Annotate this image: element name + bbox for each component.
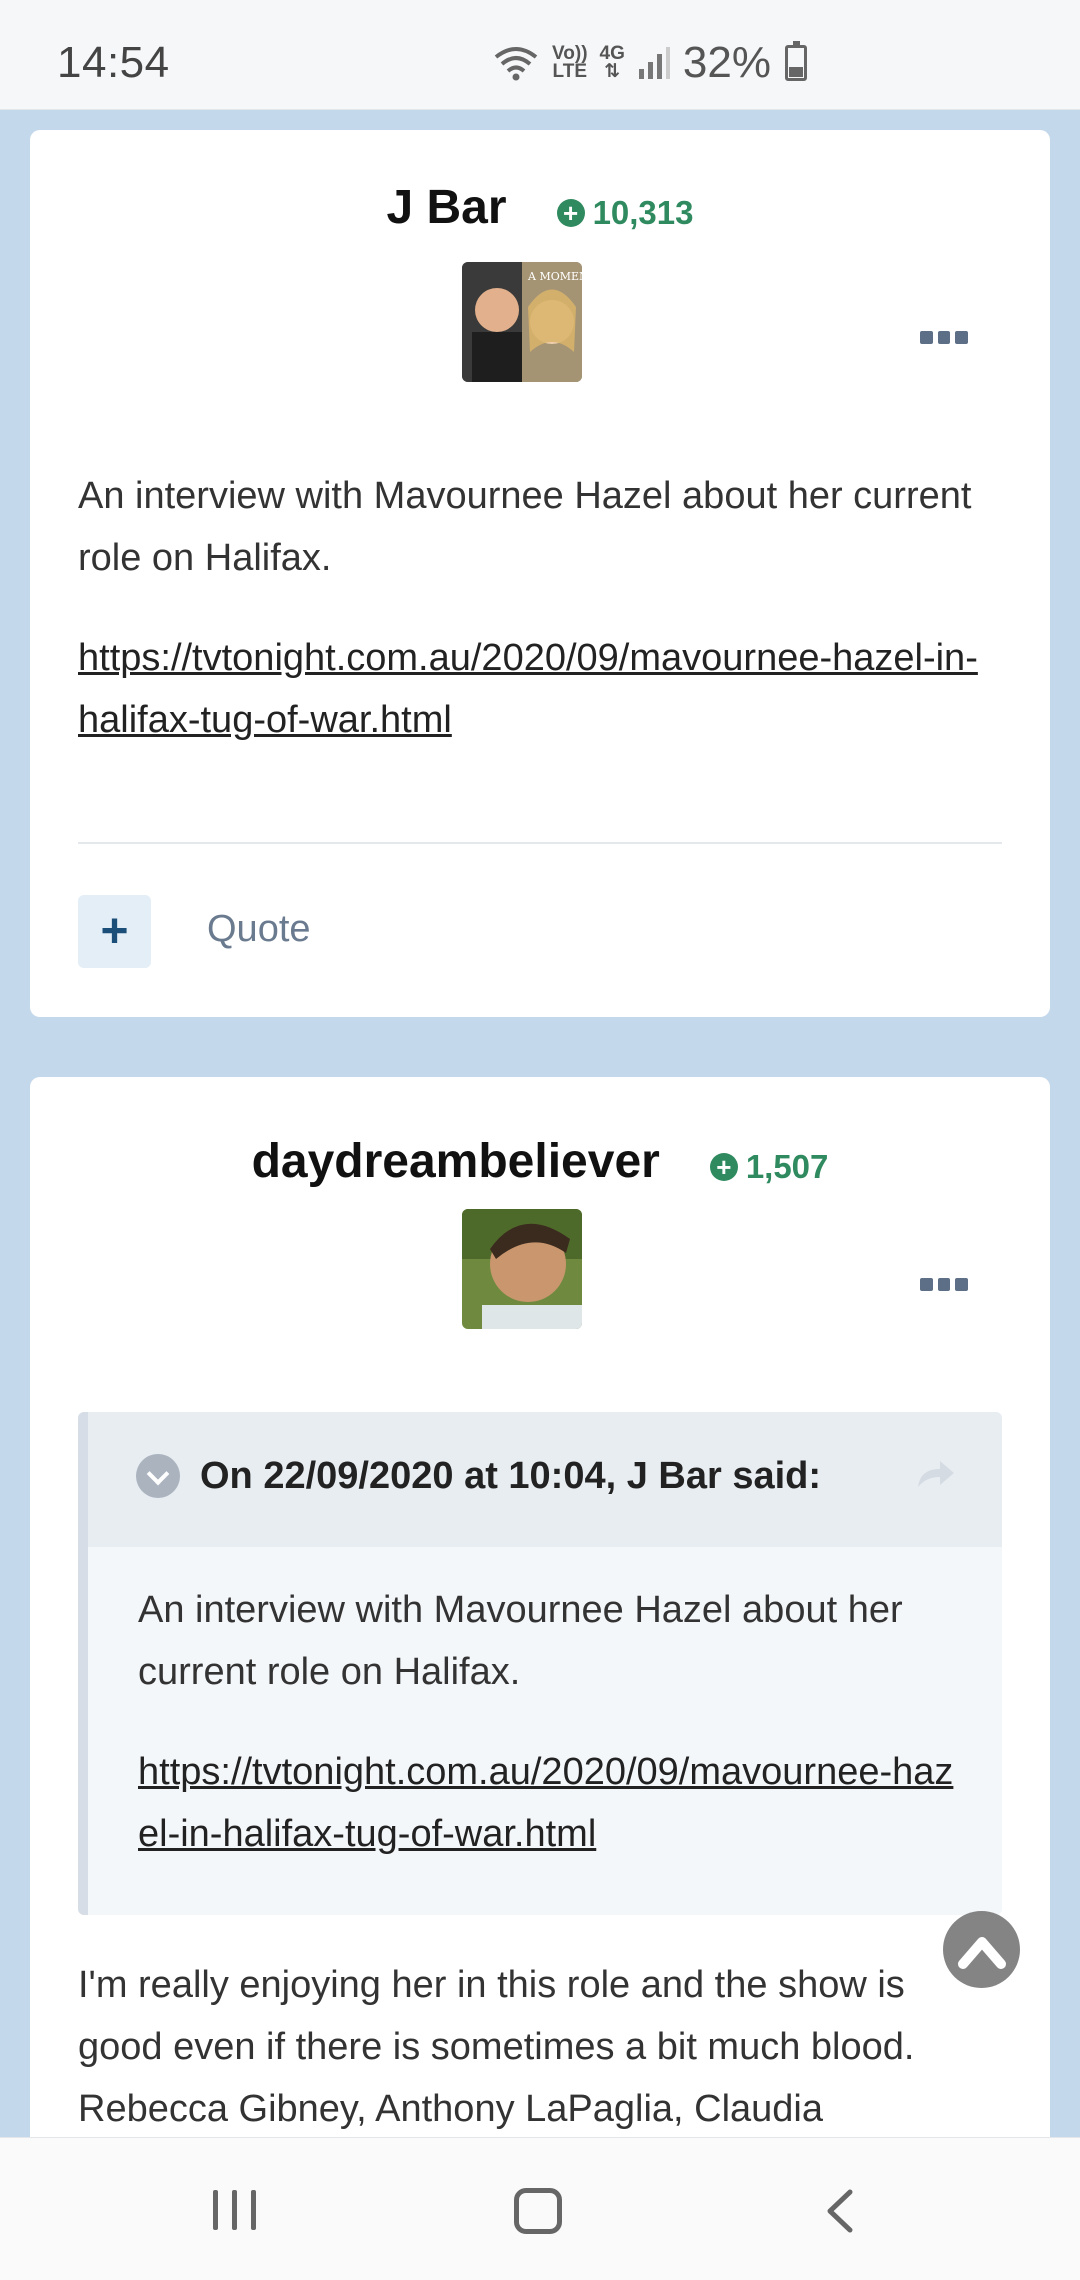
scroll-to-top-button[interactable] xyxy=(943,1911,1020,1988)
quote-button[interactable]: Quote xyxy=(207,908,311,951)
author-name[interactable]: daydreambeliever xyxy=(252,1134,660,1189)
reputation-count: 1,507 xyxy=(745,1147,829,1185)
plus-circle-icon: + xyxy=(709,1152,738,1181)
battery-percent: 32% xyxy=(682,38,771,87)
author-name[interactable]: J Bar xyxy=(386,180,506,235)
wifi-icon xyxy=(494,47,538,81)
post-card: daydreambeliever + 1,507 On 22/09/2020 a… xyxy=(30,1077,1050,2280)
quote-header[interactable]: On 22/09/2020 at 10:04, J Bar said: xyxy=(88,1412,1002,1547)
avatar[interactable] xyxy=(462,1209,582,1329)
go-to-post-icon[interactable] xyxy=(914,1457,956,1491)
more-options-icon[interactable] xyxy=(920,1278,969,1294)
battery-icon xyxy=(784,41,807,81)
quote-citation: On 22/09/2020 at 10:04, J Bar said: xyxy=(200,1455,822,1497)
post-link[interactable]: https://tvtonight.com.au/2020/09/mavourn… xyxy=(78,627,998,751)
author-row: daydreambeliever + 1,507 xyxy=(30,1134,1050,1189)
divider xyxy=(78,842,1002,844)
signal-icon xyxy=(638,47,670,79)
more-options-icon[interactable] xyxy=(920,331,969,347)
post-body: I'm really enjoying her in this role and… xyxy=(78,1964,915,2130)
status-icons: Vo)) LTE 4G ⇅ 32% xyxy=(492,38,807,88)
status-bar: 14:54 Vo)) LTE 4G ⇅ 32% xyxy=(0,0,1080,110)
reputation-badge: + 10,313 xyxy=(556,193,694,232)
reputation-badge: + 1,507 xyxy=(709,1147,829,1186)
system-nav-bar xyxy=(0,2137,1080,2280)
react-plus-button[interactable]: + xyxy=(78,895,151,968)
quote-link[interactable]: https://tvtonight.com.au/2020/09/mavourn… xyxy=(138,1741,968,1865)
svg-text:A MOMENT: A MOMENT xyxy=(527,270,582,283)
reputation-count: 10,313 xyxy=(592,193,694,231)
status-time: 14:54 xyxy=(57,38,170,87)
avatar[interactable]: A MOMENT xyxy=(462,262,582,382)
home-icon[interactable] xyxy=(514,2188,562,2234)
back-icon[interactable] xyxy=(820,2188,860,2234)
post-card: J Bar + 10,313 A MOMENT An interview wit… xyxy=(30,130,1050,1017)
4g-icon: 4G ⇅ xyxy=(599,43,625,82)
plus-circle-icon: + xyxy=(556,198,585,227)
chevron-down-icon[interactable] xyxy=(136,1454,180,1498)
quoted-post: On 22/09/2020 at 10:04, J Bar said: An i… xyxy=(78,1412,1002,1915)
quote-body: An interview with Mavournee Hazel about … xyxy=(138,1589,903,1693)
recents-icon[interactable] xyxy=(213,2190,256,2230)
post-body: An interview with Mavournee Hazel about … xyxy=(78,475,972,579)
chevron-up-icon xyxy=(957,1936,1006,1969)
author-row: J Bar + 10,313 xyxy=(30,180,1050,235)
volte-icon: Vo)) LTE xyxy=(552,43,588,82)
